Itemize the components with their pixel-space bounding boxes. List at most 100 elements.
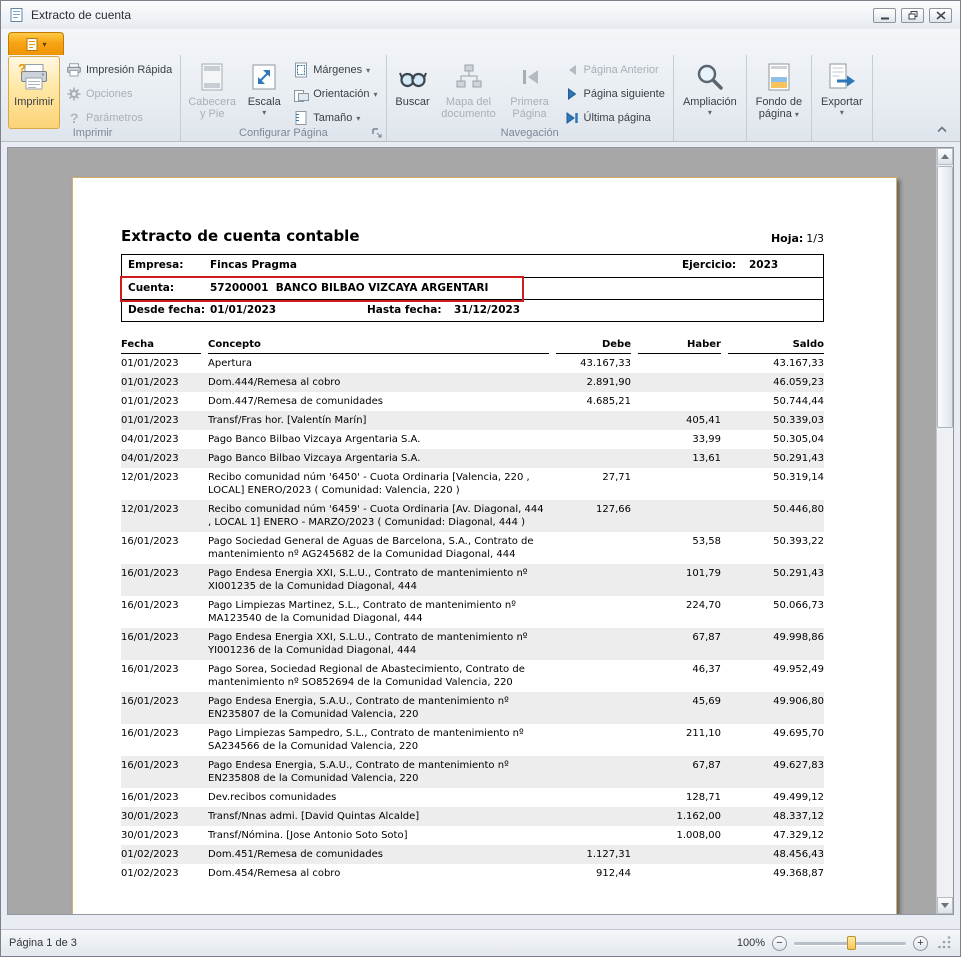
scroll-down-button[interactable] [937,897,953,914]
primera-pagina-button[interactable]: Primera Página [502,56,558,129]
preview-canvas[interactable]: Extracto de cuenta contable Hoja:1/3 Emp… [8,148,936,914]
orientacion-button[interactable]: Orientación ▾ [288,83,382,105]
cell-concepto: Dom.451/Remesa de comunidades [208,845,556,864]
cell-fecha: 30/01/2023 [121,807,208,826]
cell-fecha: 01/02/2023 [121,864,208,883]
cell-saldo: 50.339,03 [728,411,824,430]
escala-label: Escala [248,96,281,108]
cell-saldo: 50.066,73 [728,596,824,628]
app-menu-icon [25,37,39,52]
mapa-documento-button[interactable]: Mapa del documento [437,56,501,129]
exportar-button[interactable]: Exportar ▾ [815,56,869,127]
svg-text:?: ? [70,110,79,126]
window-icon [9,7,25,23]
sheet-number: 1/3 [806,232,824,245]
dialog-launcher-icon [371,127,383,139]
cell-saldo: 50.291,43 [728,564,824,596]
resize-grip[interactable] [938,936,952,950]
cell-concepto: Dom.454/Remesa al cobro [208,864,556,883]
close-icon [936,11,946,20]
app-menu-button[interactable]: ▾ [8,32,64,55]
zoom-slider-thumb[interactable] [847,936,856,950]
maximize-button[interactable] [901,8,924,23]
close-button[interactable] [929,8,952,23]
tamano-button[interactable]: Tamaño ▾ [288,107,382,129]
opciones-button[interactable]: Opciones [61,83,177,105]
cell-fecha: 01/02/2023 [121,845,208,864]
escala-button[interactable]: Escala ▾ [241,56,287,129]
cabecera-pie-button[interactable]: Cabecera y Pie [184,56,240,129]
opciones-label: Opciones [86,88,132,100]
zoom-value: 100% [737,937,765,949]
cuenta-value: 57200001 BANCO BILBAO VIZCAYA ARGENTARI [210,282,488,294]
cell-concepto: Dom.447/Remesa de comunidades [208,392,556,411]
page-content: Extracto de cuenta contable Hoja:1/3 Emp… [121,178,824,883]
sheet-indicator: Hoja:1/3 [771,232,824,245]
cell-haber [638,864,728,883]
cell-debe [556,449,638,468]
restore-icon [908,11,918,20]
cell-saldo: 48.456,43 [728,845,824,864]
cell-debe [556,628,638,660]
cell-debe [556,430,638,449]
scrollbar-thumb[interactable] [937,166,953,428]
cell-haber: 128,71 [638,788,728,807]
pagina-siguiente-button[interactable]: Página siguiente [559,83,670,105]
cell-haber: 67,87 [638,628,728,660]
cell-fecha: 16/01/2023 [121,660,208,692]
cell-debe: 912,44 [556,864,638,883]
cuenta-label: Cuenta: [128,282,174,294]
collapse-ribbon-button[interactable] [932,122,952,137]
size-icon [293,110,309,126]
vertical-scrollbar[interactable] [936,148,953,914]
zoom-in-button[interactable]: + [913,936,928,951]
cell-debe: 43.167,33 [556,354,638,373]
cell-fecha: 01/01/2023 [121,354,208,373]
transactions-table: Fecha Concepto Debe Haber Saldo 01/01/20… [121,337,824,883]
minimize-button[interactable] [873,8,896,23]
cell-haber: 13,61 [638,449,728,468]
pagina-anterior-button[interactable]: Página Anterior [559,59,670,81]
parametros-button[interactable]: ? Parámetros [61,107,177,129]
window-title: Extracto de cuenta [31,8,131,22]
margenes-button[interactable]: Márgenes ▾ [288,59,382,81]
mapa-documento-label: Mapa del documento [440,96,498,120]
table-row: 01/01/2023Transf/Fras hor. [Valentín Mar… [121,411,824,430]
zoom-slider[interactable] [794,935,906,951]
cell-debe [556,596,638,628]
header-haber: Haber [638,337,728,354]
dialog-launcher-button[interactable] [371,127,384,140]
chevron-down-icon: ▾ [840,108,844,117]
cell-debe: 1.127,31 [556,845,638,864]
cell-haber: 1.008,00 [638,826,728,845]
buscar-button[interactable]: Buscar [390,56,436,129]
ampliacion-button[interactable]: Ampliación ▾ [677,56,743,127]
group-label-configurar-pagina: Configurar Página [181,127,385,141]
ribbon-group-fondo-pagina: Fondo de página ▾ [747,55,812,141]
cell-concepto: Pago Sociedad General de Aguas de Barcel… [208,532,556,564]
cell-haber: 45,69 [638,692,728,724]
cell-haber: 211,10 [638,724,728,756]
impresion-rapida-button[interactable]: Impresión Rápida [61,59,177,81]
preview-area: Extracto de cuenta contable Hoja:1/3 Emp… [7,147,954,915]
cell-fecha: 01/01/2023 [121,392,208,411]
page-indicator: Página 1 de 3 [9,937,77,949]
imprimir-button[interactable]: ? Imprimir [8,56,60,129]
cell-concepto: Transf/Nnas admi. [David Quintas Alcalde… [208,807,556,826]
cell-concepto: Pago Endesa Energia, S.A.U., Contrato de… [208,692,556,724]
ultima-pagina-button[interactable]: Última página [559,107,670,129]
chevron-down-icon: ▾ [366,66,370,75]
cell-haber [638,500,728,532]
cell-haber: 224,70 [638,596,728,628]
parametros-label: Parámetros [86,112,143,124]
desde-fecha-label: Desde fecha: [128,304,205,316]
question-icon: ? [66,110,82,126]
cell-concepto: Pago Endesa Energia XXI, S.L.U., Contrat… [208,628,556,660]
ejercicio-label: Ejercicio: [682,259,736,271]
cell-debe [556,532,638,564]
gear-icon [66,86,82,102]
fondo-pagina-button[interactable]: Fondo de página ▾ [750,56,808,127]
zoom-out-button[interactable]: − [772,936,787,951]
ribbon-group-ampliacion: Ampliación ▾ [674,55,747,141]
scroll-up-button[interactable] [937,148,953,165]
